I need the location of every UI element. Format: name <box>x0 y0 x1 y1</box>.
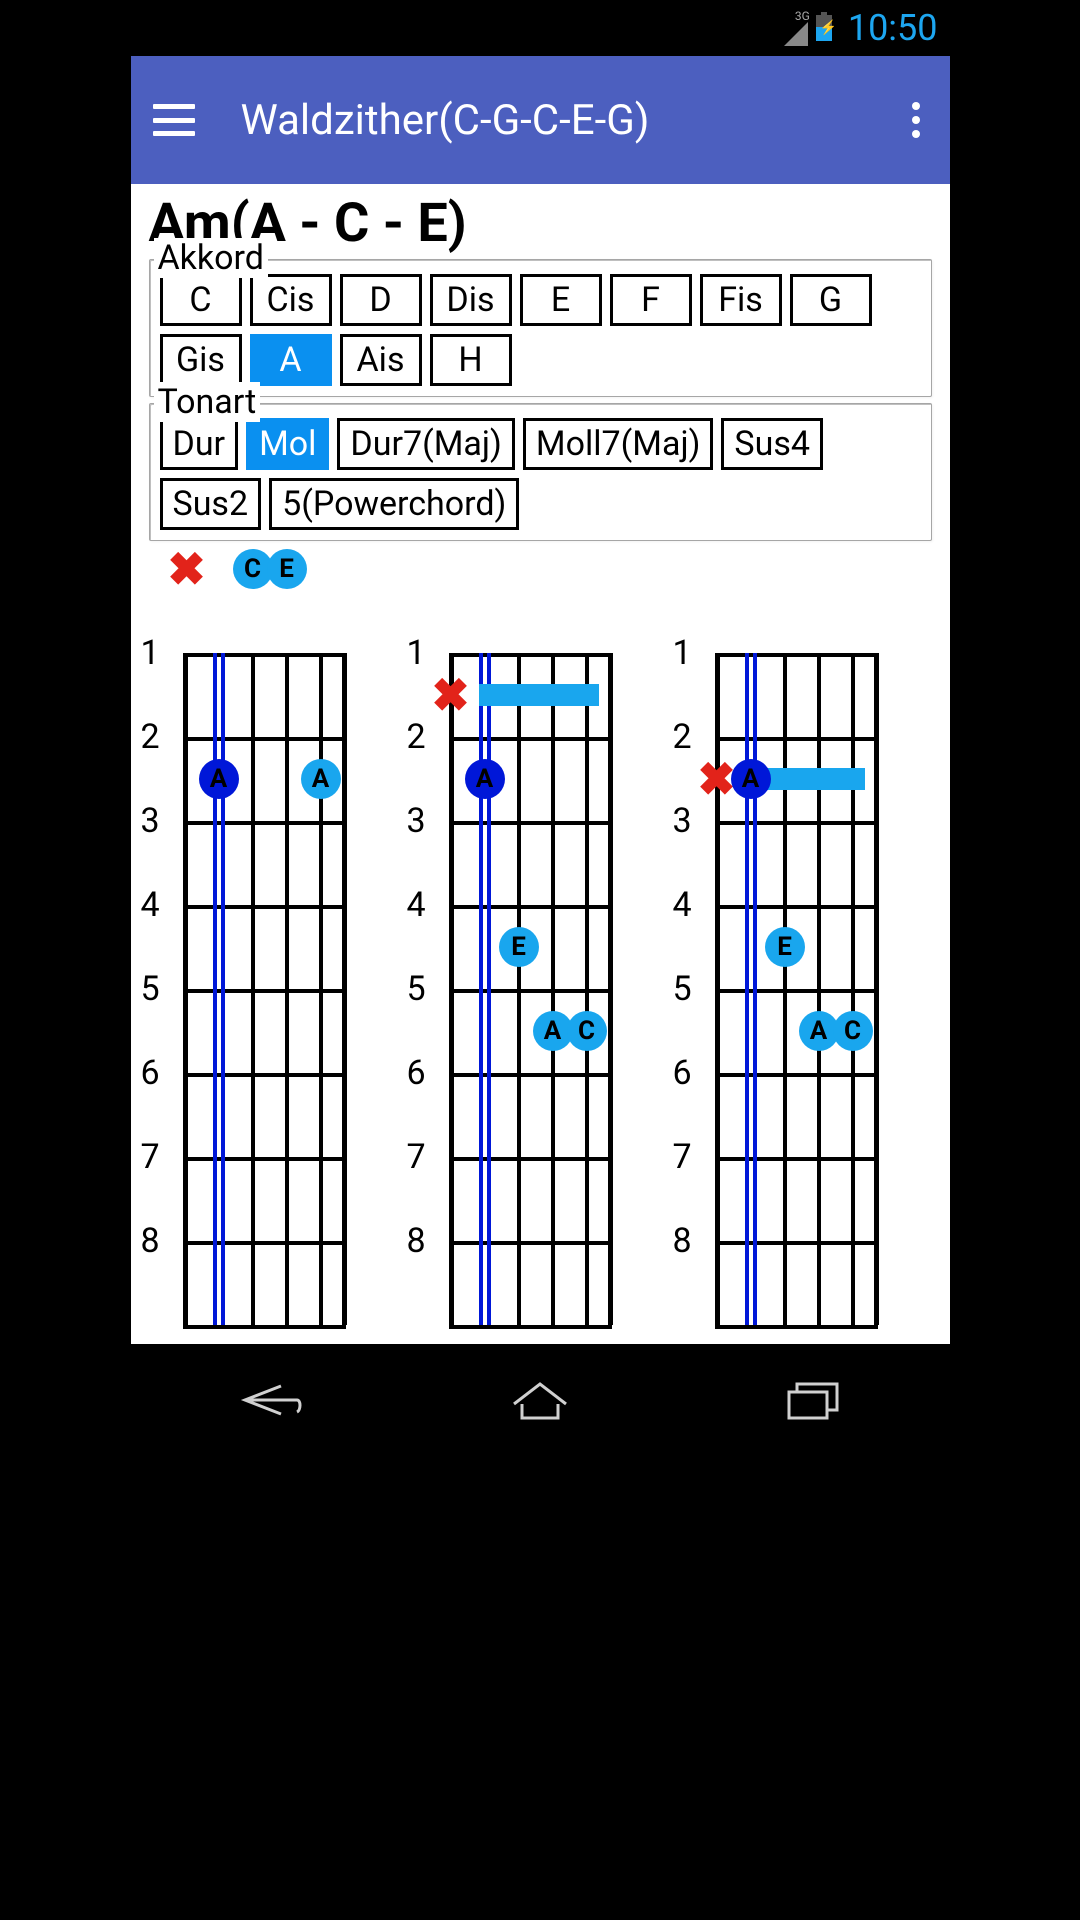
tonart-option[interactable]: Sus2 <box>160 478 262 530</box>
fret-label: 5 <box>141 969 160 1053</box>
finger-dot: C <box>833 1011 873 1051</box>
akkord-option-dis[interactable]: Dis <box>430 274 512 326</box>
tonart-option[interactable]: Dur7(Maj) <box>337 418 514 470</box>
open-string-markers: ✖CE <box>183 547 932 595</box>
fret-label: 1 <box>407 633 426 717</box>
fret-label: 7 <box>407 1137 426 1221</box>
fret-label: 7 <box>141 1137 160 1221</box>
akkord-option-gis[interactable]: Gis <box>160 334 242 386</box>
finger-dot: A <box>301 759 341 799</box>
battery-icon: ⚡ <box>816 15 832 41</box>
finger-dot: C <box>567 1011 607 1051</box>
network-type: 3G <box>795 10 810 22</box>
fret-label: 3 <box>407 801 426 885</box>
akkord-legend: Akkord <box>154 238 268 278</box>
tonart-legend: Tonart <box>154 382 261 422</box>
tonart-fieldset: Tonart DurMolDur7(Maj)Moll7(Maj)Sus4Sus2… <box>149 403 932 541</box>
back-button[interactable] <box>227 1375 307 1425</box>
finger-dot: A <box>731 759 771 799</box>
tonart-option[interactable]: Moll7(Maj) <box>523 418 714 470</box>
finger-dot: A <box>465 759 505 799</box>
akkord-option-h[interactable]: H <box>430 334 512 386</box>
fret-label: 3 <box>673 801 692 885</box>
fret-label: 2 <box>673 717 692 801</box>
app-title: Waldzither(C-G-C-E-G) <box>241 96 904 145</box>
overflow-menu-icon[interactable] <box>904 94 928 146</box>
mute-icon: ✖ <box>167 542 206 596</box>
fret-label: 8 <box>141 1221 160 1305</box>
fret-label: 7 <box>673 1137 692 1221</box>
fret-label: 5 <box>673 969 692 1053</box>
tonart-option[interactable]: Sus4 <box>721 418 823 470</box>
fret-label: 8 <box>673 1221 692 1305</box>
akkord-option-ais[interactable]: Ais <box>340 334 422 386</box>
open-note-dot: E <box>267 549 307 589</box>
tonart-option[interactable]: Dur <box>160 418 239 470</box>
content-area: Am(A - C - E) Akkord CCisDDisEFFisGGisAA… <box>131 184 950 1344</box>
menu-icon[interactable] <box>153 104 195 136</box>
fret-label: 6 <box>407 1053 426 1137</box>
akkord-option-d[interactable]: D <box>340 274 422 326</box>
barre <box>479 684 599 706</box>
signal-icon <box>784 22 808 46</box>
fret-label: 4 <box>407 885 426 969</box>
fret-label: 6 <box>141 1053 160 1137</box>
finger-dot: E <box>499 927 539 967</box>
akkord-option-a[interactable]: A <box>250 334 332 386</box>
clock: 10:50 <box>848 7 938 49</box>
fret-label: 3 <box>141 801 160 885</box>
fret-label: 4 <box>673 885 692 969</box>
tonart-options: DurMolDur7(Maj)Moll7(Maj)Sus4 Sus25(Power… <box>160 418 921 530</box>
app-bar: Waldzither(C-G-C-E-G) <box>131 56 950 184</box>
fret-label: 1 <box>141 633 160 717</box>
mute-icon: ✖ <box>431 668 470 722</box>
tonart-option[interactable]: 5(Powerchord) <box>269 478 519 530</box>
finger-dot: A <box>199 759 239 799</box>
fret-label: 6 <box>673 1053 692 1137</box>
home-button[interactable] <box>500 1375 580 1425</box>
akkord-options: CCisDDisEFFisG GisAAisH <box>160 274 921 386</box>
akkord-option-c[interactable]: C <box>160 274 242 326</box>
fret-label: 2 <box>141 717 160 801</box>
akkord-option-g[interactable]: G <box>790 274 872 326</box>
akkord-option-e[interactable]: E <box>520 274 602 326</box>
akkord-option-fis[interactable]: Fis <box>700 274 782 326</box>
fret-label: 5 <box>407 969 426 1053</box>
tonart-option[interactable]: Mol <box>246 418 329 470</box>
android-nav-bar <box>131 1344 950 1456</box>
akkord-fieldset: Akkord CCisDDisEFFisGGisAAisH <box>149 259 932 397</box>
fret-label: 4 <box>141 885 160 969</box>
akkord-option-cis[interactable]: Cis <box>250 274 332 326</box>
finger-dot: E <box>765 927 805 967</box>
status-icons: 3G ⚡ <box>784 10 832 46</box>
fret-label: 2 <box>407 717 426 801</box>
diagrams-area: ✖CE 12345678AA12345678✖AEAC12345678✖AEAC <box>149 547 932 599</box>
android-status-bar: 3G ⚡ 10:50 <box>131 0 950 56</box>
fret-label: 1 <box>673 633 692 717</box>
recent-apps-button[interactable] <box>773 1375 853 1425</box>
akkord-option-f[interactable]: F <box>610 274 692 326</box>
fret-label: 8 <box>407 1221 426 1305</box>
